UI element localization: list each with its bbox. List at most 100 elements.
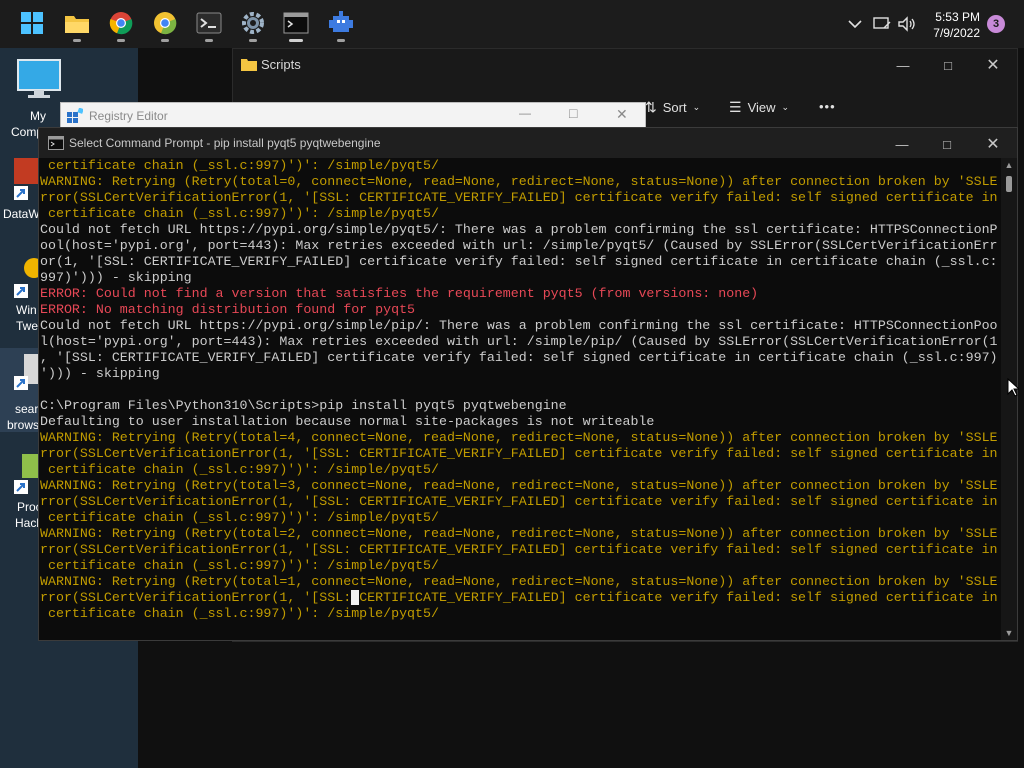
cmd-icon [48, 136, 64, 150]
desktop-label-windows: Win [16, 303, 37, 317]
explorer-title: Scripts [261, 57, 301, 72]
clock-time: 5:53 PM [935, 10, 980, 24]
folder-icon [65, 16, 89, 33]
console-line: certificate chain (_ssl.c:997)')': /simp… [40, 158, 439, 173]
taskbar-settings[interactable] [236, 6, 270, 42]
cmd-maximize-button[interactable]: □ [932, 134, 962, 154]
explorer-maximize-button[interactable]: □ [933, 55, 963, 75]
explorer-close-button[interactable]: ✕ [978, 55, 1008, 75]
active-indicator [289, 39, 303, 42]
console-line: WARNING: Retrying (Retry(total=3, connec… [40, 478, 998, 493]
console-output[interactable]: certificate chain (_ssl.c:997)')': /simp… [39, 158, 1001, 640]
gear-icon [242, 12, 264, 34]
console-line: Could not fetch URL https://pypi.org/sim… [40, 318, 998, 333]
running-indicator [337, 39, 345, 42]
datawrapper-shortcut[interactable] [14, 158, 38, 202]
taskbar-terminal[interactable] [192, 6, 226, 42]
console-line: certificate chain (_ssl.c:997)')': /simp… [40, 206, 439, 221]
console-line: Defaulting to user installation because … [40, 414, 655, 429]
desktop-label-windows-2: Twe [16, 319, 39, 333]
explorer-minimize-button[interactable]: — [888, 55, 918, 75]
chrome-canary-icon [154, 12, 177, 35]
console-line: ool(host='pypi.org', port=443): Max retr… [40, 238, 998, 253]
registry-editor-icon [67, 108, 83, 123]
console-line: WARNING: Retrying (Retry(total=4, connec… [40, 430, 998, 445]
volume-icon[interactable] [897, 14, 917, 34]
console-line: WARNING: Retrying (Retry(total=1, connec… [40, 574, 998, 589]
console-line: '))) - skipping [40, 366, 160, 381]
console-line: rror(SSLCertVerificationError(1, '[SSL: … [40, 590, 998, 605]
registry-editor-title: Registry Editor [89, 109, 168, 123]
shortcut-arrow-icon [14, 158, 38, 200]
notification-badge[interactable]: 3 [987, 15, 1005, 33]
monitor-network-icon [873, 17, 891, 29]
running-indicator [73, 39, 81, 42]
console-line: WARNING: Retrying (Retry(total=2, connec… [40, 526, 998, 541]
network-icon[interactable] [872, 14, 892, 34]
chevron-down-icon: ⌄ [781, 102, 790, 112]
console-line: certificate chain (_ssl.c:997)')': /simp… [40, 606, 439, 621]
scroll-up-arrow-icon[interactable]: ▲ [1001, 158, 1017, 172]
taskbar-command-prompt[interactable] [279, 6, 313, 42]
windows-tweaker-icon [14, 258, 44, 298]
process-hacker-shortcut[interactable] [14, 452, 40, 496]
windows-tweaker-shortcut[interactable] [14, 256, 44, 300]
console-line: rror(SSLCertVerificationError(1, '[SSL: … [40, 542, 998, 557]
scrollbar-thumb[interactable] [1006, 176, 1012, 192]
text-cursor [351, 590, 360, 605]
console-line: rror(SSLCertVerificationError(1, '[SSL: … [40, 446, 998, 461]
start-button[interactable] [15, 6, 49, 40]
view-label: View [747, 100, 776, 115]
speaker-icon [898, 16, 915, 32]
process-hacker-icon [14, 454, 40, 494]
taskbar-chrome[interactable] [104, 6, 138, 42]
registry-editor-window[interactable]: Registry Editor — □ ✕ [60, 102, 646, 130]
running-indicator [205, 39, 213, 42]
console-line: rror(SSLCertVerificationError(1, '[SSL: … [40, 190, 998, 205]
console-line: WARNING: Retrying (Retry(total=0, connec… [40, 174, 998, 189]
console-line: l(host='pypi.org', port=443): Max retrie… [40, 334, 998, 349]
monitor-icon [17, 59, 61, 98]
regedit-minimize-button[interactable]: — [519, 106, 531, 120]
view-list-icon: ☰ [729, 99, 742, 115]
cmd-minimize-button[interactable]: — [887, 134, 917, 154]
desktop-label-search: sear [15, 402, 39, 416]
cmd-close-button[interactable]: ✕ [978, 134, 1008, 154]
console-line: , '[SSL: CERTIFICATE_VERIFY_FAILED] cert… [40, 350, 998, 365]
taskbar: 5:53 PM 7/9/2022 3 [0, 0, 1024, 48]
desktop-label-datawrapper: DataW [3, 207, 40, 221]
console-line: certificate chain (_ssl.c:997)')': /simp… [40, 462, 439, 477]
show-hidden-icons[interactable] [845, 14, 865, 34]
console-line: Could not fetch URL https://pypi.org/sim… [40, 222, 998, 237]
sort-button[interactable]: ⇅ Sort ⌄ [645, 99, 700, 116]
terminal-icon [196, 12, 222, 34]
cmd-icon [283, 12, 309, 34]
cmd-scrollbar[interactable]: ▲ ▼ [1001, 158, 1017, 640]
command-prompt-window[interactable]: Select Command Prompt - pip install pyqt… [38, 127, 1018, 641]
my-computer-shortcut[interactable] [16, 58, 62, 100]
robot-app-icon [329, 11, 353, 32]
screen: My Comp DataW Win Twe sear brows Proc Ha… [0, 0, 1024, 768]
folder-icon [241, 59, 257, 71]
windows-logo-icon [21, 12, 43, 34]
scroll-down-arrow-icon[interactable]: ▼ [1001, 626, 1017, 640]
taskbar-app[interactable] [324, 6, 358, 42]
search-browser-icon [14, 354, 38, 390]
taskbar-file-explorer[interactable] [60, 6, 94, 42]
more-options-button[interactable]: ••• [819, 99, 836, 114]
console-line: certificate chain (_ssl.c:997)')': /simp… [40, 558, 439, 573]
chevron-up-icon [848, 20, 862, 29]
regedit-maximize-button[interactable]: □ [569, 105, 577, 121]
taskbar-chrome-canary[interactable] [148, 6, 182, 42]
console-line: 997)'))) - skipping [40, 270, 192, 285]
clock[interactable]: 5:53 PM 7/9/2022 [933, 9, 980, 41]
running-indicator [249, 39, 257, 42]
desktop-label-search-2: brows [7, 418, 40, 432]
console-line: ERROR: Could not find a version that sat… [40, 286, 759, 301]
regedit-close-button[interactable]: ✕ [616, 106, 628, 123]
view-button[interactable]: ☰ View ⌄ [729, 99, 789, 116]
console-line: certificate chain (_ssl.c:997)')': /simp… [40, 510, 439, 525]
cmd-titlebar[interactable]: Select Command Prompt - pip install pyqt… [39, 128, 1017, 158]
console-line: or(1, '[SSL: CERTIFICATE_VERIFY_FAILED] … [40, 254, 998, 269]
